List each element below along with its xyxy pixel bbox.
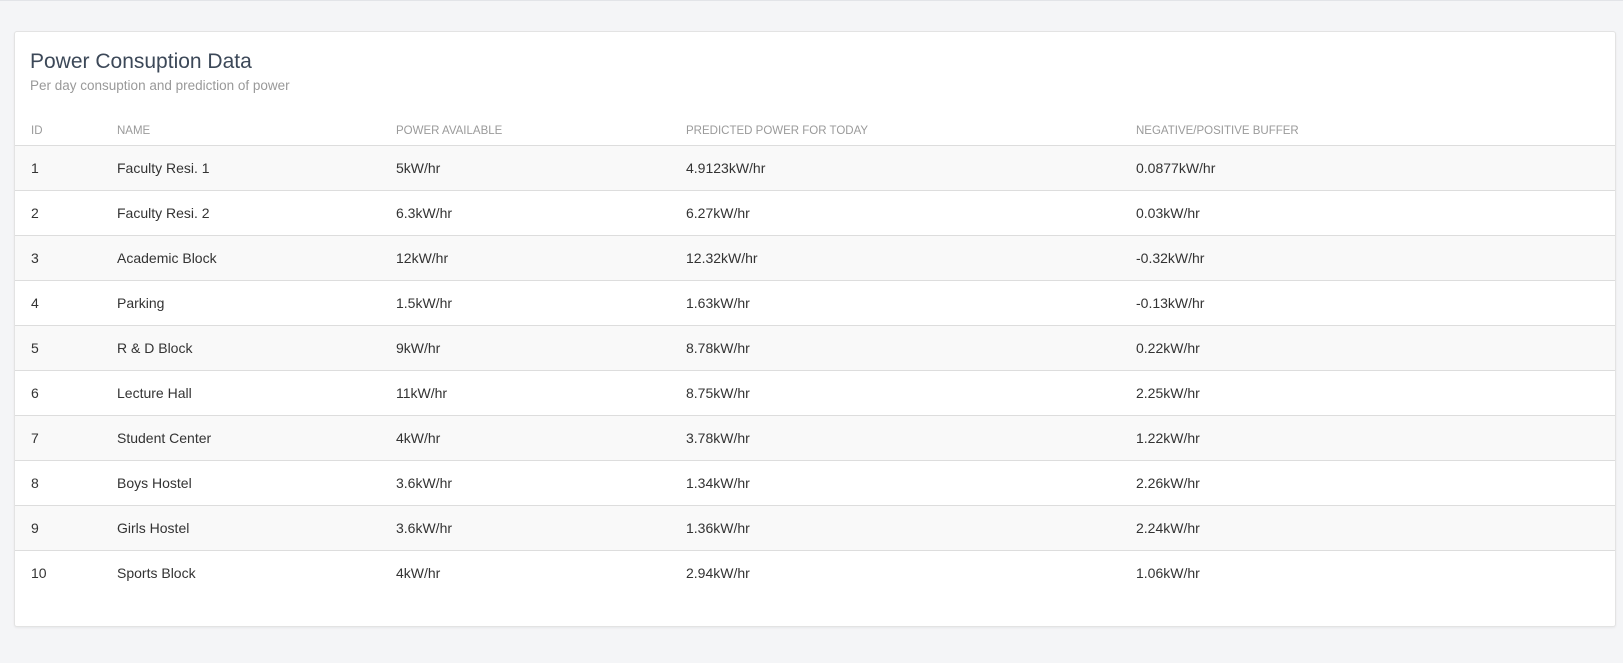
cell-predicted-power: 8.75kW/hr <box>670 370 1120 416</box>
card-header: Power Consuption Data Per day consuption… <box>15 32 1615 117</box>
cell-name: R & D Block <box>101 325 380 371</box>
cell-buffer: 1.22kW/hr <box>1120 415 1615 461</box>
table-row: 6 Lecture Hall 11kW/hr 8.75kW/hr 2.25kW/… <box>15 370 1615 416</box>
cell-power-available: 3.6kW/hr <box>380 505 670 551</box>
cell-predicted-power: 12.32kW/hr <box>670 235 1120 281</box>
column-header-predicted-power: PREDICTED POWER FOR TODAY <box>670 117 1120 146</box>
column-header-name: NAME <box>101 117 380 146</box>
cell-predicted-power: 8.78kW/hr <box>670 325 1120 371</box>
card-title: Power Consuption Data <box>30 50 252 73</box>
table-header: ID NAME POWER AVAILABLE PREDICTED POWER … <box>15 117 1615 146</box>
cell-name: Student Center <box>101 415 380 461</box>
table-row: 1 Faculty Resi. 1 5kW/hr 4.9123kW/hr 0.0… <box>15 145 1615 191</box>
cell-id: 3 <box>15 235 101 281</box>
cell-power-available: 5kW/hr <box>380 145 670 191</box>
cell-name: Sports Block <box>117 565 196 581</box>
cell-buffer: 0.03kW/hr <box>1120 190 1615 236</box>
cell-name: Faculty Resi. 2 <box>101 190 380 236</box>
table-row: 9 Girls Hostel 3.6kW/hr 1.36kW/hr 2.24kW… <box>15 505 1615 551</box>
cell-power-available: 3.6kW/hr <box>380 460 670 506</box>
power-consumption-table: ID NAME POWER AVAILABLE PREDICTED POWER … <box>15 117 1615 595</box>
cell-buffer: 2.26kW/hr <box>1120 460 1615 506</box>
header-row: ID NAME POWER AVAILABLE PREDICTED POWER … <box>15 117 1615 146</box>
cell-name: Parking <box>101 280 380 326</box>
cell-buffer: -0.32kW/hr <box>1120 235 1615 281</box>
column-header-buffer: NEGATIVE/POSITIVE BUFFER <box>1120 117 1615 146</box>
cell-power-available: 11kW/hr <box>380 370 670 416</box>
table-row: 3 Academic Block 12kW/hr 12.32kW/hr -0.3… <box>15 235 1615 281</box>
cell-predicted-power: 1.63kW/hr <box>670 280 1120 326</box>
cell-buffer: 2.24kW/hr <box>1120 505 1615 551</box>
column-header-id: ID <box>15 117 101 146</box>
cell-id: 7 <box>15 415 101 461</box>
cell-predicted-power: 1.34kW/hr <box>670 460 1120 506</box>
cell-power-available: 12kW/hr <box>380 235 670 281</box>
cell-id: 8 <box>15 460 101 506</box>
cell-power-available: 4kW/hr <box>396 565 441 581</box>
cell-name: Lecture Hall <box>101 370 380 416</box>
cell-power-available: 6.3kW/hr <box>380 190 670 236</box>
table-row: 7 Student Center 4kW/hr 3.78kW/hr 1.22kW… <box>15 415 1615 461</box>
table-body: 1 Faculty Resi. 1 5kW/hr 4.9123kW/hr 0.0… <box>15 145 1615 596</box>
cell-predicted-power: 4.9123kW/hr <box>670 145 1120 191</box>
cell-name: Academic Block <box>101 235 380 281</box>
cell-id: 9 <box>15 505 101 551</box>
power-consumption-card: Power Consuption Data Per day consuption… <box>14 31 1616 627</box>
cell-id: 10 <box>31 565 47 581</box>
cell-name: Boys Hostel <box>101 460 380 506</box>
column-header-power-available: POWER AVAILABLE <box>380 117 670 146</box>
table-row: 8 Boys Hostel 3.6kW/hr 1.34kW/hr 2.26kW/… <box>15 460 1615 506</box>
cell-buffer: 1.06kW/hr <box>1136 565 1200 581</box>
cell-buffer: -0.13kW/hr <box>1120 280 1615 326</box>
cell-predicted-power: 6.27kW/hr <box>670 190 1120 236</box>
cell-power-available: 9kW/hr <box>380 325 670 371</box>
cell-power-available: 4kW/hr <box>380 415 670 461</box>
cell-buffer: 0.22kW/hr <box>1120 325 1615 371</box>
table-row: 2 Faculty Resi. 2 6.3kW/hr 6.27kW/hr 0.0… <box>15 190 1615 236</box>
cell-id: 6 <box>15 370 101 416</box>
cell-id: 2 <box>15 190 101 236</box>
cell-buffer: 2.25kW/hr <box>1120 370 1615 416</box>
cell-predicted-power: 2.94kW/hr <box>686 565 750 581</box>
cell-power-available: 1.5kW/hr <box>380 280 670 326</box>
table-row: 4 Parking 1.5kW/hr 1.63kW/hr -0.13kW/hr <box>15 280 1615 326</box>
top-divider <box>0 0 1623 1</box>
cell-id: 1 <box>15 145 101 191</box>
table-row: 10 Sports Block 4kW/hr 2.94kW/hr 1.06kW/… <box>15 551 1615 596</box>
table-row: 5 R & D Block 9kW/hr 8.78kW/hr 0.22kW/hr <box>15 325 1615 371</box>
cell-id: 5 <box>15 325 101 371</box>
cell-predicted-power: 1.36kW/hr <box>670 505 1120 551</box>
cell-name: Girls Hostel <box>101 505 380 551</box>
cell-id: 4 <box>15 280 101 326</box>
cell-buffer: 0.0877kW/hr <box>1120 145 1615 191</box>
cell-name: Faculty Resi. 1 <box>101 145 380 191</box>
cell-predicted-power: 3.78kW/hr <box>670 415 1120 461</box>
card-subtitle: Per day consuption and prediction of pow… <box>30 78 290 93</box>
